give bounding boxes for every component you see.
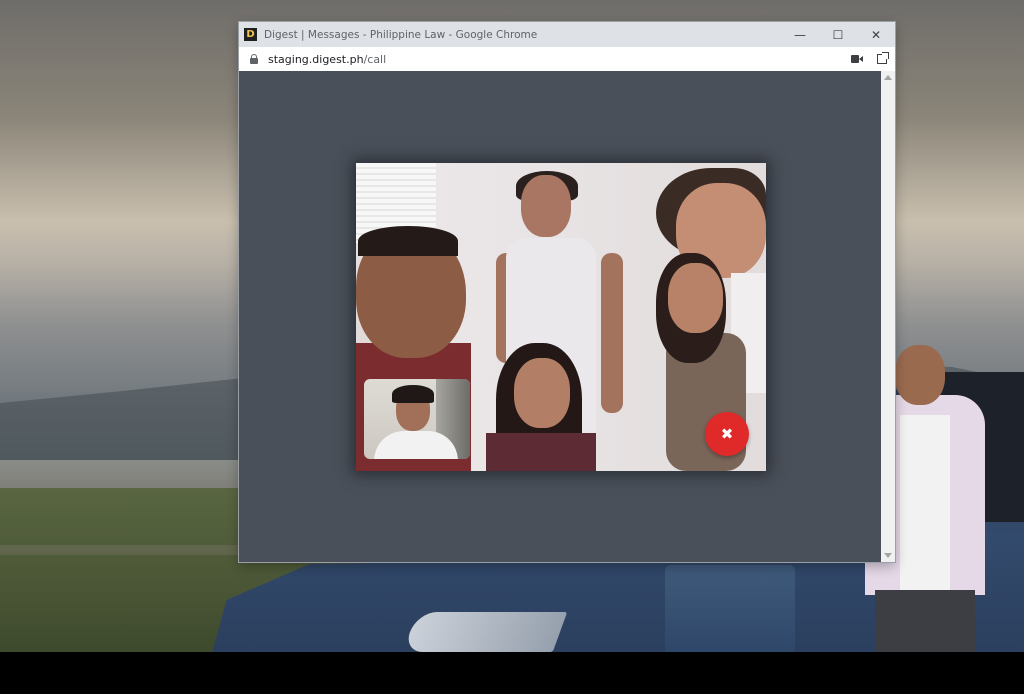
- maximize-button[interactable]: ☐: [819, 22, 857, 47]
- scroll-down-arrow-icon[interactable]: [884, 553, 892, 558]
- participant-face: [514, 358, 570, 428]
- wallpaper-headlight: [402, 612, 568, 652]
- wallpaper-person-middle: [665, 560, 805, 652]
- open-in-new-window-icon[interactable]: [877, 52, 889, 64]
- video-camera-icon[interactable]: [851, 55, 863, 63]
- close-window-button[interactable]: ✕: [857, 22, 895, 47]
- scroll-up-arrow-icon[interactable]: [884, 75, 892, 80]
- lock-icon[interactable]: [250, 54, 258, 64]
- page-content: ✖: [239, 71, 881, 562]
- self-view-hair: [392, 385, 434, 403]
- vertical-scrollbar[interactable]: [881, 71, 895, 562]
- url-path: /call: [363, 52, 387, 66]
- url-text[interactable]: staging.digest.ph/call: [268, 53, 386, 66]
- address-bar-actions: [851, 47, 889, 71]
- window-title: Digest | Messages - Philippine Law - Goo…: [264, 28, 538, 41]
- window-titlebar[interactable]: D Digest | Messages - Philippine Law - G…: [239, 22, 895, 47]
- participant-face: [668, 263, 723, 333]
- end-call-button[interactable]: ✖: [705, 412, 749, 456]
- participant-face: [521, 175, 571, 237]
- minimize-button[interactable]: —: [781, 22, 819, 47]
- close-icon: ✖: [720, 424, 734, 443]
- participant-body: [486, 433, 596, 471]
- participant-hair: [358, 226, 458, 256]
- url-domain: staging.digest.ph: [268, 52, 364, 66]
- participant-arm: [601, 253, 623, 413]
- digest-logo-icon: D: [244, 28, 257, 41]
- address-bar: staging.digest.ph/call: [239, 47, 895, 72]
- self-video-preview[interactable]: [364, 379, 470, 459]
- browser-window: D Digest | Messages - Philippine Law - G…: [239, 22, 895, 562]
- remote-video-feed: ✖: [356, 163, 766, 471]
- window-controls: — ☐ ✕: [781, 22, 895, 47]
- wallpaper-path: [0, 545, 260, 555]
- taskbar: [0, 652, 1024, 694]
